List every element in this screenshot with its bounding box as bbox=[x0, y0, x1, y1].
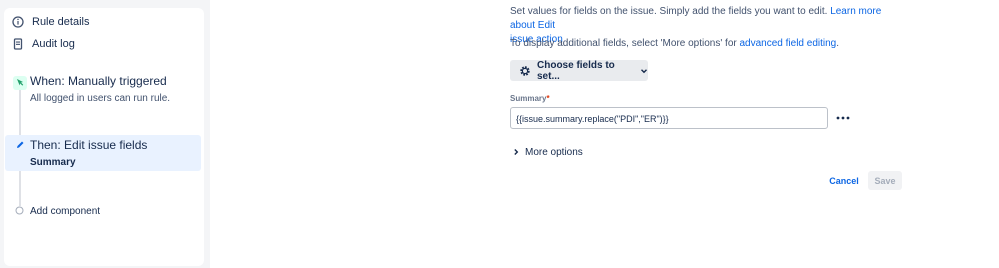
nav-audit-log[interactable]: Audit log bbox=[12, 36, 75, 52]
save-button[interactable]: Save bbox=[868, 171, 902, 190]
nav-audit-log-label: Audit log bbox=[32, 38, 75, 50]
more-dots-icon bbox=[836, 107, 850, 125]
chevron-down-icon bbox=[640, 67, 648, 75]
document-icon bbox=[12, 38, 24, 50]
add-node bbox=[14, 206, 24, 216]
more-options-label: More options bbox=[525, 146, 583, 158]
pencil-icon bbox=[15, 137, 25, 155]
summary-field-label: Summary* bbox=[510, 94, 550, 103]
required-asterisk: * bbox=[546, 94, 550, 103]
add-component-link[interactable]: Add component bbox=[30, 206, 100, 217]
additional-period: . bbox=[836, 38, 840, 49]
summary-input[interactable]: {{issue.summary.replace("PDI","ER")}} bbox=[510, 107, 828, 129]
action-node bbox=[13, 139, 27, 153]
choose-fields-button[interactable]: Choose fields to set... bbox=[510, 59, 648, 82]
choose-fields-label: Choose fields to set... bbox=[537, 59, 615, 82]
summary-label-text: Summary bbox=[510, 94, 547, 103]
intro-description: Set values for fields on the issue. Simp… bbox=[510, 6, 831, 17]
cursor-click-icon bbox=[15, 74, 25, 92]
trigger-node bbox=[13, 76, 27, 90]
timeline-line-1 bbox=[19, 86, 21, 136]
info-icon bbox=[12, 16, 24, 28]
additional-fields-text: To display additional fields, select 'Mo… bbox=[510, 37, 900, 51]
advanced-field-editing-link[interactable]: advanced field editing bbox=[740, 38, 837, 49]
nav-rule-details-label: Rule details bbox=[32, 16, 90, 28]
cancel-button[interactable]: Cancel bbox=[826, 172, 862, 190]
rule-sidebar: Rule details Audit log When: Manually tr… bbox=[4, 8, 204, 266]
nav-rule-details[interactable]: Rule details bbox=[12, 14, 89, 30]
field-more-button[interactable] bbox=[836, 109, 850, 123]
trigger-title[interactable]: When: Manually triggered bbox=[30, 74, 167, 88]
additional-description: To display additional fields, select 'Mo… bbox=[510, 38, 740, 49]
action-title: Then: Edit issue fields bbox=[30, 138, 148, 152]
trigger-subtitle: All logged in users can run rule. bbox=[30, 93, 171, 104]
more-options-toggle[interactable]: More options bbox=[512, 145, 583, 159]
action-subtitle: Summary bbox=[30, 157, 76, 168]
gear-icon bbox=[519, 65, 531, 77]
chevron-right-icon bbox=[512, 148, 520, 156]
empty-circle-icon bbox=[15, 202, 24, 220]
